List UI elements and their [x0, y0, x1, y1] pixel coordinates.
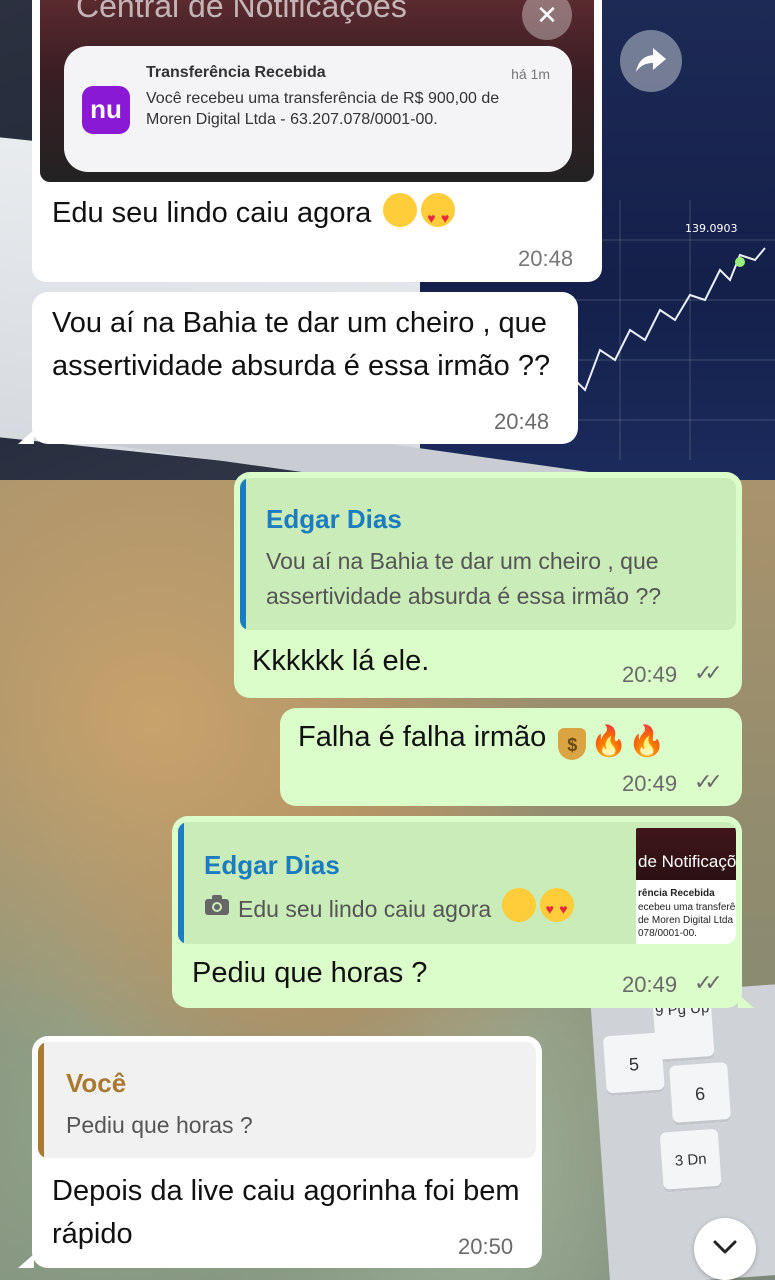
- message-bubble-incoming-image[interactable]: Central de Notificações ✕ nu Transferênc…: [32, 0, 602, 282]
- message-bubble-outgoing[interactable]: Edgar Dias Vou aí na Bahia te dar um che…: [234, 472, 742, 698]
- notification-card: nu Transferência Recebida há 1m Você rec…: [64, 46, 572, 172]
- bubble-tail: [18, 1254, 34, 1268]
- heart-eyes-emoji: [539, 888, 574, 927]
- forward-icon: [636, 48, 666, 72]
- message-text-content: Edu seu lindo caiu agora: [52, 197, 372, 229]
- quoted-message[interactable]: Edgar Dias Edu seu lindo caiu agora de N…: [178, 822, 736, 944]
- message-text: Kkkkkk lá ele.: [252, 645, 430, 677]
- message-time: 20:50: [458, 1234, 514, 1259]
- nubank-logo: nu: [82, 86, 130, 134]
- thumbnail-line: rência Recebida: [638, 888, 715, 899]
- quoted-message[interactable]: Você Pediu que horas ?: [38, 1042, 536, 1158]
- keyboard-key: 6: [669, 1061, 732, 1126]
- quote-text: Vou aí na Bahia te dar um cheiro , que a…: [266, 548, 662, 609]
- message-time: 20:49: [622, 972, 678, 997]
- keyboard-key: 5: [602, 1032, 665, 1097]
- quote-accent-bar: [240, 478, 246, 630]
- read-receipt-icon: ✓✓: [694, 769, 723, 794]
- read-receipt-icon: ✓✓: [694, 660, 723, 685]
- close-icon: ✕: [522, 0, 572, 40]
- thumbnail-line: ecebeu uma transferênc: [638, 902, 736, 913]
- thumbnail-title: de Notificaçõ: [638, 852, 736, 871]
- pinching-hand-face-emoji: [383, 193, 418, 227]
- money-bag-emoji: $: [558, 728, 587, 760]
- message-bubble-incoming[interactable]: Vou aí na Bahia te dar um cheiro , que a…: [32, 292, 578, 444]
- quote-accent-bar: [178, 822, 184, 944]
- message-text: Pediu que horas ?: [192, 957, 428, 989]
- message-time: 20:48: [518, 246, 574, 271]
- message-time: 20:48: [494, 409, 550, 434]
- quote-author: Edgar Dias: [266, 504, 402, 534]
- message-text: Falha é falha irmão $ 🔥🔥: [298, 716, 666, 760]
- chevron-down-icon: [713, 1240, 737, 1254]
- message-text: Vou aí na Bahia te dar um cheiro , que a…: [52, 307, 551, 382]
- bubble-tail: [18, 430, 34, 444]
- quote-text-content: Edu seu lindo caiu agora: [238, 896, 492, 922]
- message-bubble-outgoing[interactable]: Edgar Dias Edu seu lindo caiu agora de N…: [172, 816, 742, 1008]
- notification-body: Você recebeu uma transferência de R$ 900…: [146, 90, 500, 128]
- message-bubble-incoming[interactable]: Você Pediu que horas ? Depois da live ca…: [32, 1036, 542, 1268]
- scroll-to-bottom-button[interactable]: [694, 1218, 756, 1280]
- pinching-hand-face-emoji: [501, 888, 536, 922]
- fire-emoji: 🔥: [590, 725, 628, 758]
- message-time: 20:49: [622, 662, 678, 687]
- read-receipt-icon: ✓✓: [694, 970, 723, 995]
- notification-screenshot-image[interactable]: Central de Notificações ✕ nu Transferênc…: [40, 0, 594, 182]
- quoted-message[interactable]: Edgar Dias Vou aí na Bahia te dar um che…: [240, 478, 736, 630]
- fire-emoji: 🔥: [628, 725, 666, 758]
- message-time: 20:49: [622, 771, 678, 796]
- forward-button[interactable]: [620, 30, 682, 92]
- thumbnail-line: de Moren Digital Ltda -: [638, 915, 736, 926]
- notification-time: há 1m: [511, 66, 550, 82]
- thumbnail-line: 078/0001-00.: [638, 928, 697, 939]
- bubble-tail: [738, 994, 754, 1008]
- keyboard-key: 3 Dn: [659, 1128, 722, 1193]
- quote-thumbnail-image: de Notificaçõ rência Recebida ecebeu uma…: [636, 828, 736, 944]
- notification-center-title: Central de Notificações: [76, 0, 407, 24]
- camera-icon: [205, 895, 229, 915]
- heart-eyes-emoji: [421, 193, 456, 240]
- message-text-content: Falha é falha irmão: [298, 721, 547, 753]
- message-bubble-outgoing[interactable]: Falha é falha irmão $ 🔥🔥 20:49 ✓✓: [280, 708, 742, 806]
- quote-accent-bar: [38, 1042, 44, 1158]
- quote-author: Edgar Dias: [204, 850, 340, 880]
- quote-text: Pediu que horas ?: [66, 1112, 253, 1138]
- quote-author: Você: [66, 1068, 127, 1098]
- chart-price-label: 139.0903: [685, 222, 738, 235]
- message-text: Edu seu lindo caiu agora: [52, 192, 456, 240]
- notification-title: Transferência Recebida: [146, 64, 326, 81]
- quote-text: Edu seu lindo caiu agora: [238, 888, 574, 927]
